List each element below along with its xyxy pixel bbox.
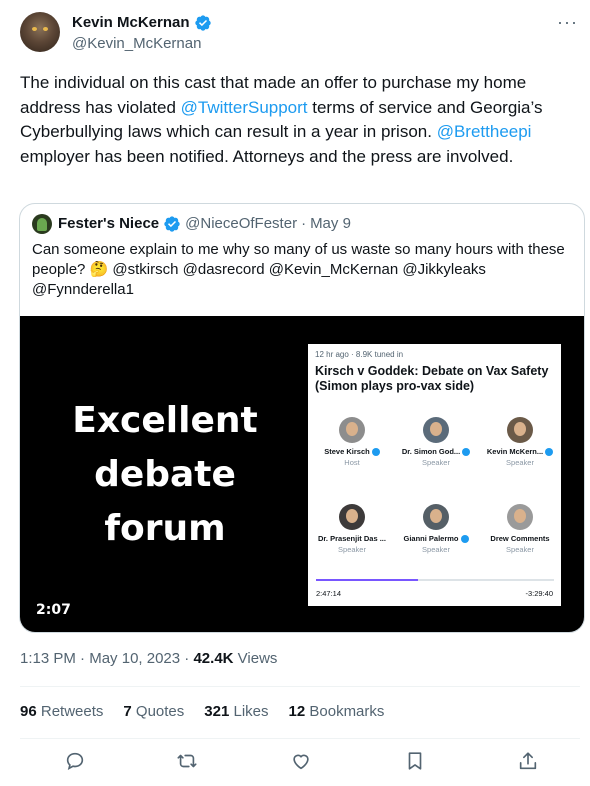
space-title: Kirsch v Goddek: Debate on Vax Safety (S… <box>315 364 549 393</box>
verified-badge-icon <box>371 447 380 456</box>
space-time-elapsed: 2:47:14 <box>316 589 342 598</box>
more-horizontal-icon[interactable]: ··· <box>557 12 578 33</box>
video-overlay-text: Excellent debate forum <box>60 394 270 556</box>
quote-author-avatar <box>32 214 52 234</box>
quote-header: Fester's Niece @NieceOfFester · May 9 <box>32 214 351 234</box>
speaker-name: Gianni Palermo <box>403 534 459 543</box>
author-name[interactable]: Kevin McKernan <box>72 13 190 33</box>
verified-badge-icon <box>545 447 554 456</box>
quoted-tweet[interactable]: Fester's Niece @NieceOfFester · May 9 Ca… <box>19 203 585 633</box>
bookmarks-stat[interactable]: 12 Bookmarks <box>289 702 385 722</box>
author-avatar[interactable] <box>20 12 60 52</box>
speaker-role: Speaker <box>422 458 450 467</box>
quote-author-handle: @NieceOfFester <box>185 215 298 232</box>
like-icon[interactable] <box>290 750 312 772</box>
overlay-line: Excellent <box>72 400 258 441</box>
space-time-remaining: -3:29:40 <box>525 589 553 598</box>
speaker-avatar <box>339 417 365 443</box>
author-block: Kevin McKernan @Kevin_McKernan <box>72 13 212 54</box>
space-meta: 12 hr ago · 8.9K tuned in <box>315 350 404 359</box>
speaker-avatar <box>423 504 449 530</box>
speaker-avatar <box>339 504 365 530</box>
video-duration: 2:07 <box>36 602 71 618</box>
mention-link[interactable]: @Brettheepi <box>437 122 532 141</box>
divider <box>20 686 580 687</box>
speaker-role: Speaker <box>506 545 534 554</box>
tweet-meta: 1:13 PM · May 10, 2023 · 42.4K Views <box>20 649 277 669</box>
speaker[interactable]: Gianni Palermo Speaker <box>394 504 478 554</box>
speaker[interactable]: Kevin McKern... Speaker <box>478 417 562 467</box>
meta-separator: · <box>184 650 190 667</box>
speaker-name: Kevin McKern... <box>486 447 544 456</box>
quote-date: May 9 <box>310 215 351 232</box>
speaker-role: Speaker <box>338 545 366 554</box>
speaker-name: Steve Kirsch <box>324 447 370 456</box>
views-count: 42.4K <box>193 650 234 667</box>
verified-badge-icon <box>460 534 469 543</box>
author-name-row: Kevin McKernan <box>72 13 212 33</box>
bookmarks-label: Bookmarks <box>309 703 385 720</box>
space-progress-fill <box>316 579 419 581</box>
space-progress-bar <box>316 579 554 581</box>
likes-count: 321 <box>204 703 230 720</box>
tweet-text-part: employer has been notified. Attorneys an… <box>20 146 514 166</box>
avatar-eye <box>43 27 48 31</box>
speaker-name-row: Steve Kirsch <box>310 447 394 456</box>
quotes-count: 7 <box>123 703 132 720</box>
speaker-role: Speaker <box>422 545 450 554</box>
reply-icon[interactable] <box>64 750 86 772</box>
tweet-header: Kevin McKernan @Kevin_McKernan ··· <box>20 12 580 56</box>
tweet-text: The individual on this cast that made an… <box>20 71 570 169</box>
speaker-name-row: Gianni Palermo <box>394 534 478 543</box>
speaker-name-row: Dr. Simon God... <box>394 447 478 456</box>
likes-stat[interactable]: 321 Likes <box>204 702 268 722</box>
mention-link[interactable]: @TwitterSupport <box>181 98 308 117</box>
quote-text: Can someone explain to me why so many of… <box>32 241 565 298</box>
quote-separator: · <box>301 215 307 232</box>
speaker-name: Dr. Prasenjit Das ... <box>318 534 386 543</box>
likes-label: Likes <box>233 703 269 720</box>
speaker-name-row: Drew Comments <box>478 534 562 543</box>
speaker[interactable]: Drew Comments Speaker <box>478 504 562 554</box>
speaker-role: Speaker <box>506 458 534 467</box>
avatar-eye <box>32 27 37 31</box>
space-card: 12 hr ago · 8.9K tuned in Kirsch v Godde… <box>308 344 561 606</box>
quotes-stat[interactable]: 7 Quotes <box>123 702 184 722</box>
verified-badge-icon <box>194 15 211 31</box>
speaker-avatar <box>507 417 533 443</box>
retweets-label: Retweets <box>40 703 104 720</box>
quotes-label: Quotes <box>135 703 185 720</box>
verified-badge-icon <box>462 447 471 456</box>
speaker[interactable]: Dr. Simon God... Speaker <box>394 417 478 467</box>
speaker-avatar <box>423 417 449 443</box>
share-icon[interactable] <box>517 750 539 772</box>
views-label: Views <box>237 650 278 667</box>
quote-author-name: Fester's Niece <box>58 215 160 232</box>
bookmarks-count: 12 <box>288 703 306 720</box>
author-handle[interactable]: @Kevin_McKernan <box>72 34 212 54</box>
action-bar <box>20 748 580 778</box>
bookmark-icon[interactable] <box>404 750 426 772</box>
tweet-stats: 96 Retweets 7 Quotes 321 Likes 12 Bookma… <box>20 702 384 722</box>
overlay-line: debate <box>94 454 236 495</box>
tweet-time[interactable]: 1:13 PM <box>20 650 76 667</box>
quote-video[interactable]: Excellent debate forum 2:07 12 hr ago · … <box>20 316 584 632</box>
verified-badge-icon <box>164 216 180 232</box>
speaker[interactable]: Steve Kirsch Host <box>310 417 394 467</box>
retweets-count: 96 <box>20 703 37 720</box>
divider <box>20 738 580 739</box>
speaker-avatar <box>507 504 533 530</box>
speaker-role: Host <box>344 458 360 467</box>
tweet-date[interactable]: May 10, 2023 <box>89 650 180 667</box>
speaker-name: Drew Comments <box>490 534 550 543</box>
speaker-name: Dr. Simon God... <box>401 447 461 456</box>
overlay-line: forum <box>104 508 226 549</box>
retweet-icon[interactable] <box>176 750 198 772</box>
meta-separator: · <box>80 650 86 667</box>
retweets-stat[interactable]: 96 Retweets <box>20 702 103 722</box>
speaker[interactable]: Dr. Prasenjit Das ... Speaker <box>310 504 394 554</box>
speaker-name-row: Dr. Prasenjit Das ... <box>310 534 394 543</box>
speaker-name-row: Kevin McKern... <box>478 447 562 456</box>
